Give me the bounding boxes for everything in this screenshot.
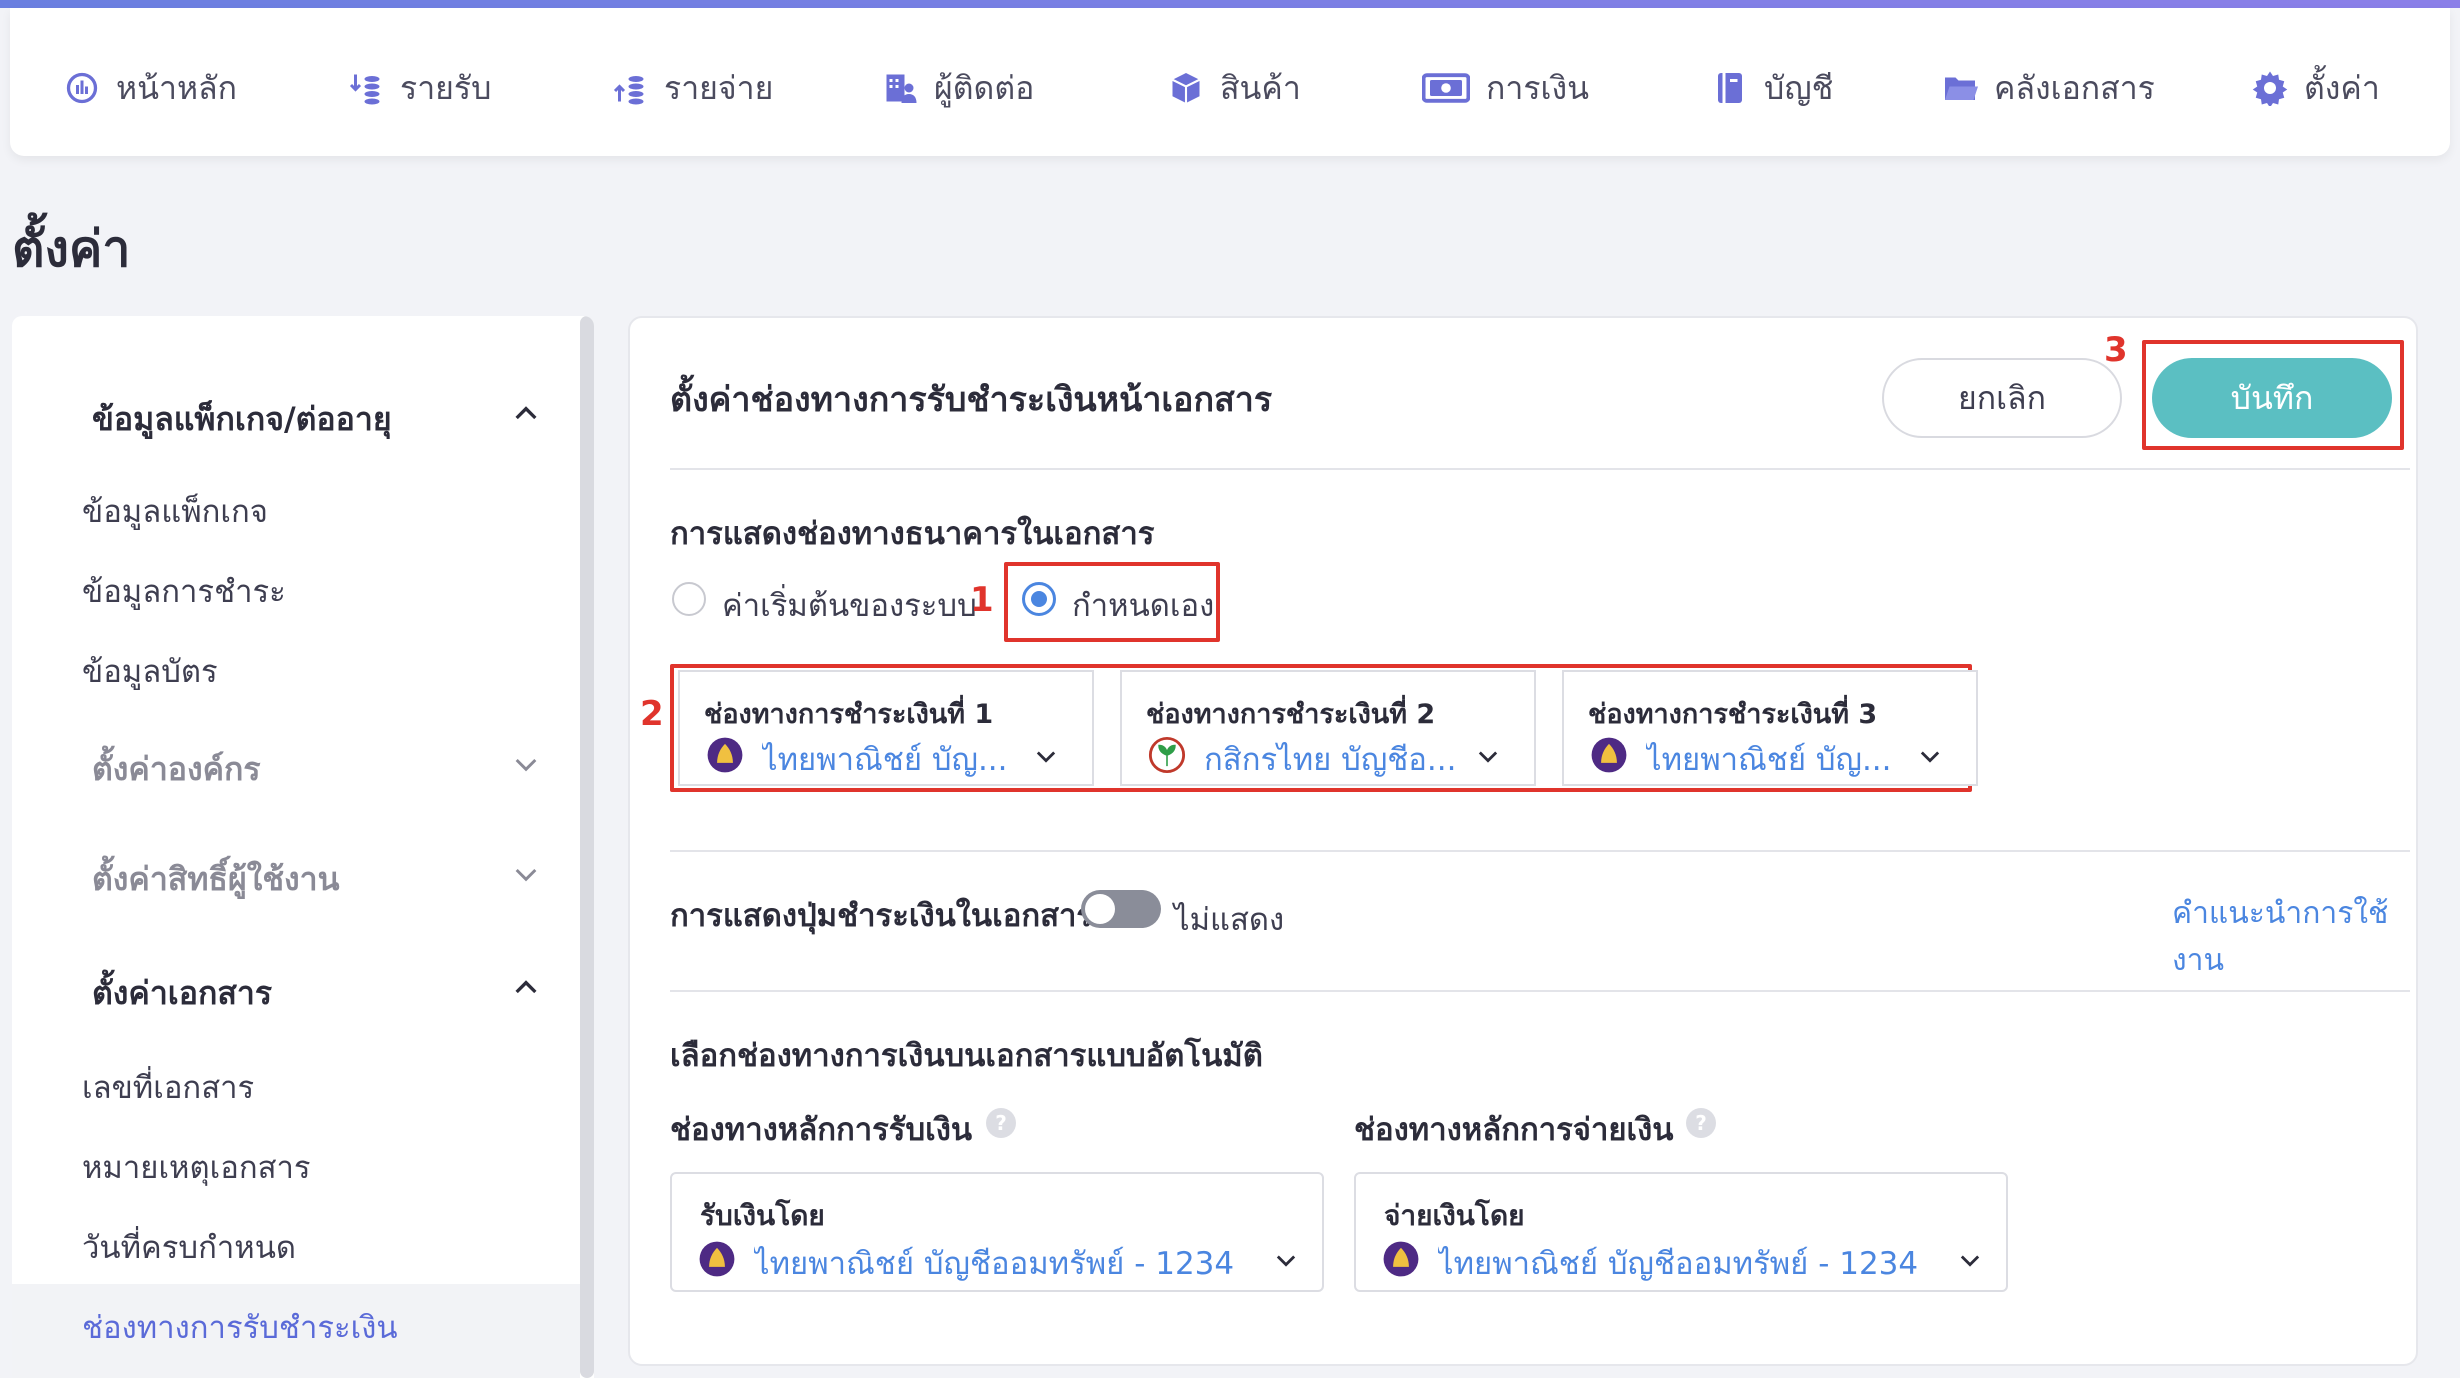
nav-item-documents[interactable]: คลังเอกสาร <box>1940 60 2155 116</box>
pay-button-display-label: การแสดงปุ่มชำระเงินในเอกสาร <box>670 898 1094 934</box>
chevron-down-icon <box>1276 1255 1296 1267</box>
step-number-2: 2 <box>640 694 664 734</box>
sidebar-item-payment-channels[interactable]: ช่องทางการรับชำระเงิน <box>82 1302 398 1352</box>
sidebar-item-card-info[interactable]: ข้อมูลบัตร <box>82 646 218 696</box>
chevron-down-icon <box>1478 751 1498 763</box>
usage-guide-link[interactable]: คำแนะนำการใช้งาน <box>2172 890 2416 984</box>
nav-label: การเงิน <box>1486 68 1589 107</box>
nav-label: ผู้ติดต่อ <box>934 68 1035 107</box>
chevron-down-icon[interactable] <box>510 748 542 780</box>
payment-channel-1-select[interactable]: ช่องทางการชำระเงินที่ 1 ไทยพาณิชย์ บัญ..… <box>678 670 1094 786</box>
contacts-icon <box>880 68 920 108</box>
top-accent-bar <box>0 0 2460 8</box>
divider <box>670 468 2410 470</box>
nav-item-settings[interactable]: ตั้งค่า <box>2250 60 2380 116</box>
gear-icon <box>2250 68 2290 108</box>
nav-label: ตั้งค่า <box>2304 68 2380 107</box>
nav-label: หน้าหลัก <box>116 68 238 107</box>
pay-main-label: ช่องทางหลักการจ่ายเงิน <box>1354 1112 1674 1148</box>
main-navbar: หน้าหลัก รายรับ รายจ่าย ผู้ติดต่อ สินค้า… <box>10 8 2450 156</box>
folder-icon <box>1940 68 1980 108</box>
highlight-box-save <box>2142 340 2404 450</box>
nav-label: คลังเอกสาร <box>1994 68 2155 107</box>
nav-label: รายรับ <box>400 68 492 107</box>
chevron-down-icon[interactable] <box>510 858 542 890</box>
payment-channel-panel: ตั้งค่าช่องทางการรับชำระเงินหน้าเอกสาร ย… <box>628 316 2418 1366</box>
sidebar-item-payment-info[interactable]: ข้อมูลการชำระ <box>82 566 286 616</box>
select-label: รับเงินโดย <box>700 1199 825 1232</box>
nav-item-contacts[interactable]: ผู้ติดต่อ <box>880 60 1034 116</box>
nav-item-products[interactable]: สินค้า <box>1166 60 1301 116</box>
nav-item-income[interactable]: รายรับ <box>346 60 491 116</box>
nav-item-dashboard[interactable]: หน้าหลัก <box>62 60 237 116</box>
dashboard-icon <box>62 68 102 108</box>
sidebar-group-permissions[interactable]: ตั้งค่าสิทธิ์ผู้ใช้งาน <box>92 854 340 905</box>
select-value: ไทยพาณิชย์ บัญชีออมทรัพย์ - 1234... <box>1438 1246 1918 1282</box>
radio-default-label[interactable]: ค่าเริ่มต้นของระบบ <box>722 580 977 630</box>
chevron-up-icon[interactable] <box>510 398 542 430</box>
divider <box>670 990 2410 992</box>
nav-label: สินค้า <box>1220 68 1301 107</box>
bank-display-label: การแสดงช่องทางธนาคารในเอกสาร <box>670 516 1155 552</box>
channel-title: ช่องทางการชำระเงินที่ 3 <box>1588 699 1878 730</box>
sidebar-group-documents[interactable]: ตั้งค่าเอกสาร <box>92 968 272 1019</box>
chevron-down-icon <box>1036 751 1056 763</box>
sidebar-item-due-date[interactable]: วันที่ครบกำหนด <box>82 1222 296 1272</box>
step-number-1: 1 <box>970 580 994 620</box>
chevron-down-icon <box>1920 751 1940 763</box>
sidebar-scrollbar[interactable] <box>580 316 594 1378</box>
payment-channel-2-select[interactable]: ช่องทางการชำระเงินที่ 2 กสิกรไทย บัญชีอ.… <box>1120 670 1536 786</box>
receive-channel-select[interactable]: รับเงินโดย ไทยพาณิชย์ บัญชีออมทรัพย์ - 1… <box>670 1172 1324 1292</box>
payment-channel-3-select[interactable]: ช่องทางการชำระเงินที่ 3 ไทยพาณิชย์ บัญ..… <box>1562 670 1978 786</box>
nav-item-accounting[interactable]: บัญชี <box>1710 60 1833 116</box>
nav-label: รายจ่าย <box>664 68 774 107</box>
pay-channel-select[interactable]: จ่ายเงินโดย ไทยพาณิชย์ บัญชีออมทรัพย์ - … <box>1354 1172 2008 1292</box>
scb-bank-icon <box>707 737 743 773</box>
pay-button-toggle[interactable] <box>1081 890 1161 928</box>
radio-custom-label[interactable]: กำหนดเอง <box>1072 580 1214 630</box>
nav-item-finance[interactable]: การเงิน <box>1420 60 1589 116</box>
step-number-3: 3 <box>2104 330 2128 370</box>
nav-item-expense[interactable]: รายจ่าย <box>610 60 773 116</box>
chevron-down-icon <box>1960 1255 1980 1267</box>
ledger-icon <box>1710 68 1750 108</box>
kbank-bank-icon <box>1148 736 1186 774</box>
channel-title: ช่องทางการชำระเงินที่ 2 <box>1146 699 1436 730</box>
scb-bank-icon <box>1591 737 1627 773</box>
select-value: ไทยพาณิชย์ บัญชีออมทรัพย์ - 1234... <box>754 1246 1234 1282</box>
help-icon[interactable]: ? <box>1686 1108 1716 1138</box>
sidebar-group-org[interactable]: ตั้งค่าองค์กร <box>92 744 261 795</box>
income-icon <box>346 68 386 108</box>
scb-bank-icon <box>699 1241 735 1277</box>
radio-custom[interactable] <box>1022 582 1056 616</box>
divider <box>670 850 2410 852</box>
scb-bank-icon <box>1383 1241 1419 1277</box>
settings-sidebar: ข้อมูลแพ็กเกจ/ต่ออายุ ข้อมูลแพ็กเกจ ข้อม… <box>12 316 594 1378</box>
expense-icon <box>610 68 650 108</box>
auto-select-label: เลือกช่องทางการเงินบนเอกสารแบบอัตโนมัติ <box>670 1038 1263 1074</box>
radio-default[interactable] <box>672 582 706 616</box>
panel-title: ตั้งค่าช่องทางการรับชำระเงินหน้าเอกสาร <box>670 380 1273 420</box>
sidebar-group-package[interactable]: ข้อมูลแพ็กเกจ/ต่ออายุ <box>92 394 392 445</box>
sidebar-item-doc-number[interactable]: เลขที่เอกสาร <box>82 1062 254 1112</box>
receive-main-label: ช่องทางหลักการรับเงิน <box>670 1112 973 1148</box>
channel-value: กสิกรไทย บัญชีอ... <box>1204 742 1457 778</box>
cancel-button[interactable]: ยกเลิก <box>1882 358 2122 438</box>
chevron-up-icon[interactable] <box>510 972 542 1004</box>
sidebar-item-doc-notes[interactable]: หมายเหตุเอกสาร <box>82 1142 311 1192</box>
pay-button-state-label: ไม่แสดง <box>1174 902 1285 938</box>
channel-value: ไทยพาณิชย์ บัญ... <box>762 742 1008 778</box>
nav-label: บัญชี <box>1764 68 1834 107</box>
page-title: ตั้งค่า <box>12 220 131 278</box>
channel-value: ไทยพาณิชย์ บัญ... <box>1646 742 1892 778</box>
select-label: จ่ายเงินโดย <box>1384 1199 1525 1232</box>
box-icon <box>1166 68 1206 108</box>
sidebar-item-package-info[interactable]: ข้อมูลแพ็กเกจ <box>82 486 268 536</box>
channel-title: ช่องทางการชำระเงินที่ 1 <box>704 699 994 730</box>
money-icon <box>1420 68 1472 108</box>
help-icon[interactable]: ? <box>986 1108 1016 1138</box>
